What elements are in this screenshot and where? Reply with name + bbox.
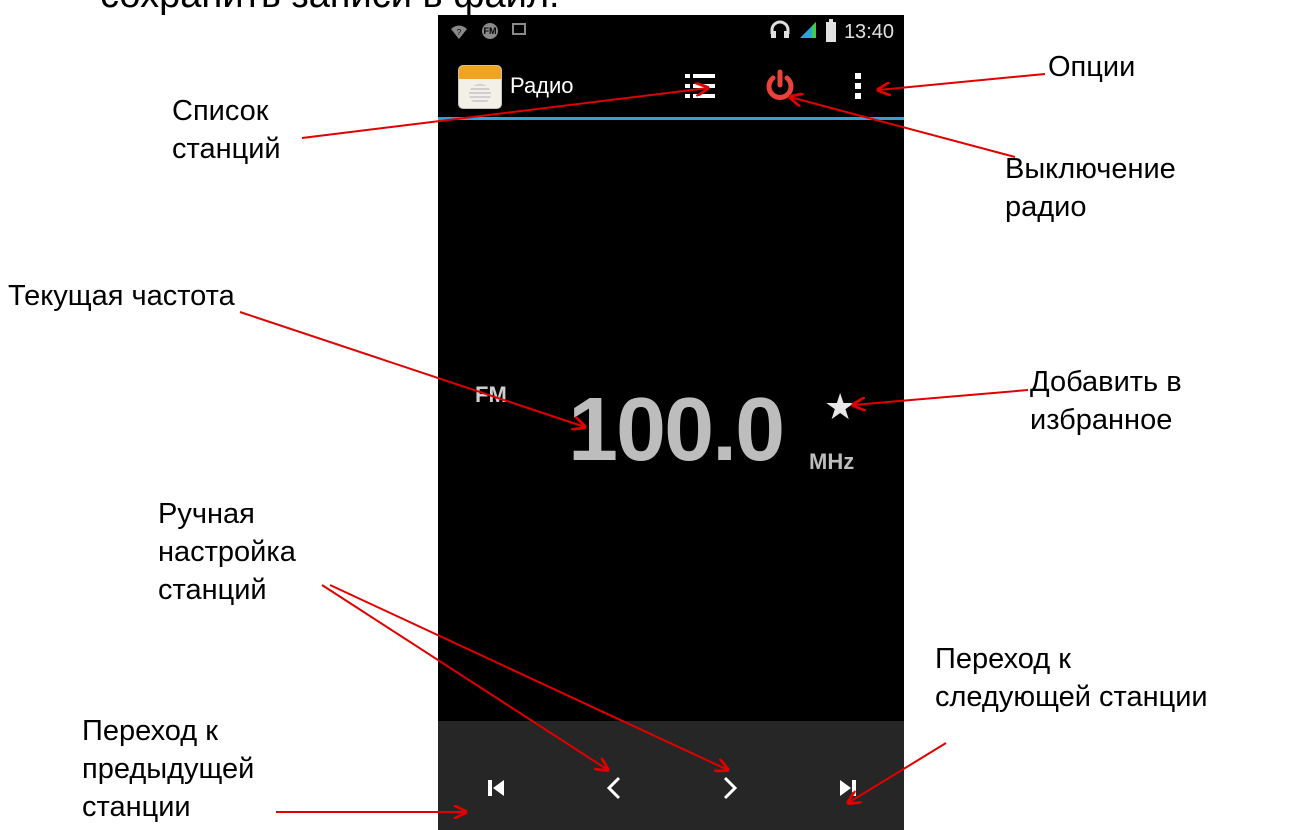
fm-indicator-icon: FM xyxy=(482,23,498,39)
phone-screen: ? FM 13:40 Радио FM 100.0 ★ MHz xyxy=(438,15,904,830)
next-station-button[interactable] xyxy=(828,768,868,808)
headphones-icon xyxy=(770,20,790,44)
svg-text:?: ? xyxy=(457,28,462,37)
bottom-controls xyxy=(438,721,904,830)
status-time: 13:40 xyxy=(843,20,894,43)
signal-icon xyxy=(798,20,818,44)
frequency-unit: MHz xyxy=(809,449,855,474)
image-icon xyxy=(512,23,526,35)
chevron-right-icon xyxy=(723,776,738,800)
callout-current-frequency: Текущая частота xyxy=(8,280,235,312)
power-button[interactable] xyxy=(758,64,802,108)
callout-station-list: Список станций xyxy=(172,95,281,165)
callout-options: Опции xyxy=(1048,51,1136,83)
callout-power-off: Выключение радио xyxy=(1005,153,1176,223)
current-frequency: 100.0 xyxy=(568,380,785,480)
previous-station-button[interactable] xyxy=(476,768,516,808)
band-label: FM xyxy=(475,382,507,407)
favorite-star-icon[interactable]: ★ xyxy=(824,389,856,425)
wifi-question-icon: ? xyxy=(450,23,468,41)
callout-prev-station: Переход к предыдущей станции xyxy=(82,715,255,823)
skip-previous-icon xyxy=(488,780,504,796)
power-icon xyxy=(766,69,794,100)
app-title: Радио xyxy=(510,73,574,98)
callout-next-station: Переход к следующей станции xyxy=(935,643,1208,713)
tune-up-button[interactable] xyxy=(710,768,750,808)
skip-next-icon xyxy=(840,780,856,796)
callout-manual-tuning: Ручная настройка станций xyxy=(158,498,296,606)
chevron-left-icon xyxy=(606,776,621,800)
action-bar: Радио xyxy=(438,52,904,120)
status-bar: ? FM 13:40 xyxy=(438,15,904,52)
list-icon xyxy=(685,74,715,98)
callout-add-favorite: Добавить в избранное xyxy=(1030,366,1182,436)
battery-icon xyxy=(825,19,836,42)
radio-app-icon[interactable] xyxy=(458,65,502,109)
overflow-menu-button[interactable] xyxy=(836,64,880,108)
tune-down-button[interactable] xyxy=(594,768,634,808)
station-list-button[interactable] xyxy=(678,64,722,108)
overflow-icon xyxy=(855,73,861,99)
